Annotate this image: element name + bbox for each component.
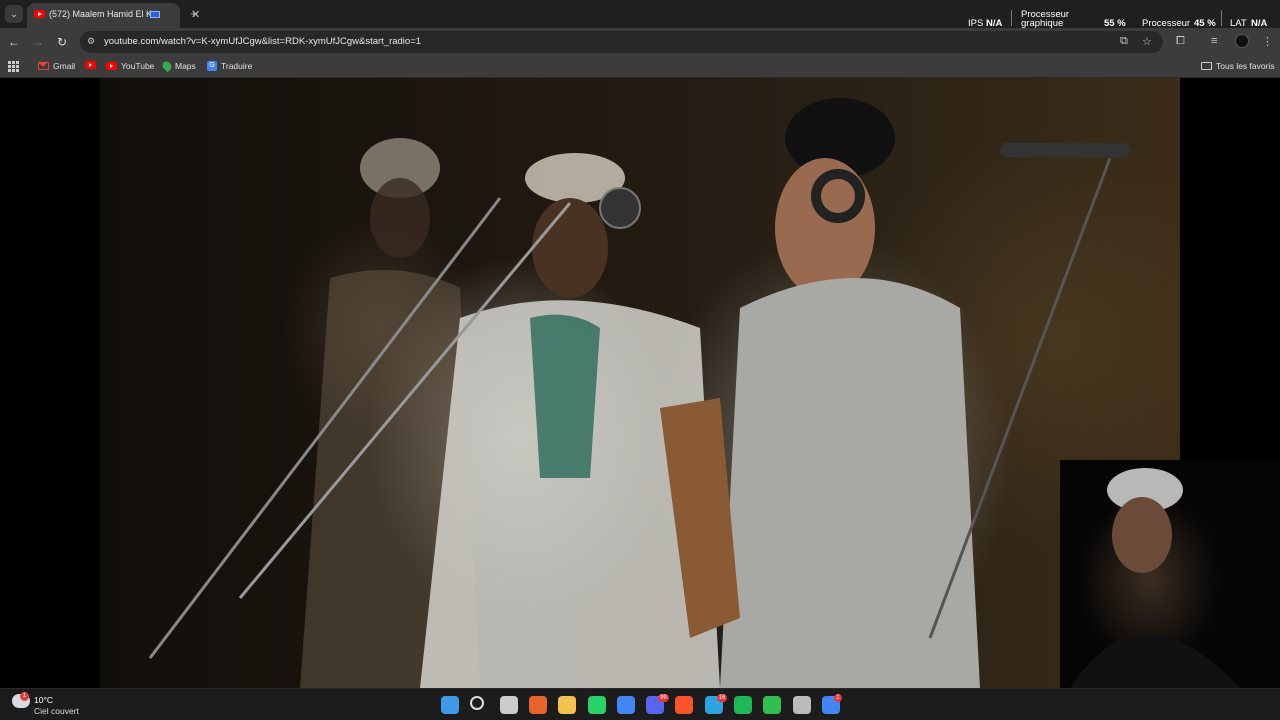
youtube-icon (106, 62, 117, 70)
start-icon[interactable] (441, 696, 459, 714)
all-bookmarks-folder[interactable]: Tous les favoris (1201, 61, 1275, 71)
perf-divider (1011, 10, 1012, 26)
youtube-favicon-icon (34, 10, 45, 18)
tab-active[interactable]: (572) Maalem Hamid El Kasri ✕ (27, 3, 200, 28)
brave-icon[interactable] (675, 696, 694, 714)
windows-taskbar: 1 10°C Ciel couvert 99 16 2 (0, 688, 1280, 720)
bookmark-label: Maps (175, 61, 196, 71)
singer-head (532, 198, 608, 298)
weather-condition[interactable]: Ciel couvert (34, 706, 79, 716)
whatsapp-icon[interactable] (587, 696, 606, 714)
streamer-face (1112, 497, 1172, 573)
forward-arrow-icon[interactable]: → (30, 34, 46, 50)
bookmark-youtube[interactable]: YouTube (106, 61, 154, 71)
new-tab-button[interactable]: + (190, 6, 198, 21)
address-bar[interactable]: ⚙ youtube.com/watch?v=K-xymUfJCgw&list=R… (80, 31, 1163, 53)
profile-avatar[interactable] (1235, 34, 1249, 48)
weather-badge: 1 (20, 692, 29, 701)
install-app-icon[interactable]: ⧉ (1120, 35, 1128, 48)
menu-kebab-icon[interactable]: ⋮ (1262, 35, 1273, 48)
youtube-icon (85, 61, 96, 69)
tab-title: (572) Maalem Hamid El Kasri (49, 9, 155, 19)
singer-necklace (530, 314, 600, 478)
translate-icon: G (207, 61, 217, 71)
musician-mirror-coat (720, 278, 980, 688)
app-green-icon[interactable] (763, 696, 782, 714)
pop-filter (599, 187, 641, 229)
notification-badge: 2 (833, 694, 842, 702)
file-explorer-icon[interactable] (558, 696, 577, 714)
reload-icon[interactable]: ↻ (54, 34, 70, 50)
notification-badge: 99 (658, 694, 669, 702)
folder-icon (1201, 62, 1212, 70)
bookmark-youtube-short[interactable] (85, 61, 96, 69)
bookmark-star-icon[interactable]: ☆ (1142, 35, 1152, 48)
flag-icon (150, 11, 160, 18)
webcam-overlay (1060, 460, 1280, 688)
media-control-icon[interactable]: ≡ (1211, 35, 1217, 47)
bookmarks-bar: Gmail YouTube Maps G Traduire Tous les f… (0, 56, 1280, 78)
bookmark-translate[interactable]: G Traduire (207, 61, 252, 71)
bookmark-label: Traduire (221, 61, 253, 71)
browser-toolbar: ← → ↻ ⚙ youtube.com/watch?v=K-xymUfJCgw&… (0, 28, 1280, 56)
bookmark-gmail[interactable]: Gmail (38, 61, 75, 71)
bookmark-maps[interactable]: Maps (160, 59, 196, 73)
weather-temperature[interactable]: 10°C (34, 695, 53, 705)
streamer-shirt (1070, 634, 1240, 688)
apps-grid-icon[interactable] (8, 61, 19, 72)
maps-icon (160, 59, 174, 73)
task-view-icon[interactable] (499, 696, 518, 714)
notification-badge: 16 (716, 694, 728, 702)
extensions-icon[interactable]: ⧠ (1176, 35, 1185, 48)
app-settings-icon[interactable] (792, 696, 811, 714)
back-arrow-icon[interactable]: ← (6, 34, 22, 50)
microphone (1000, 143, 1130, 157)
perf-divider (1221, 10, 1222, 26)
bookmark-label: YouTube (121, 61, 155, 71)
tab-search-button[interactable]: ⌄ (5, 5, 23, 23)
video-player[interactable] (0, 78, 1280, 688)
tab-strip: ⌄ (572) Maalem Hamid El Kasri ✕ + IPS N/… (0, 0, 1280, 29)
bookmark-label: Gmail (53, 61, 76, 71)
background-singer-head (370, 178, 430, 258)
search-icon[interactable] (470, 696, 485, 710)
spotify-icon[interactable] (734, 696, 752, 714)
video-scene (148, 98, 1130, 688)
site-info-icon[interactable]: ⚙ (87, 36, 98, 47)
browser-icon[interactable] (528, 696, 547, 714)
video-frame[interactable] (100, 78, 1180, 688)
gmail-icon (38, 62, 49, 70)
all-bookmarks-label: Tous les favoris (1216, 61, 1275, 71)
url-text[interactable]: youtube.com/watch?v=K-xymUfJCgw&list=RDK… (104, 36, 421, 47)
chrome-icon[interactable] (616, 696, 635, 714)
